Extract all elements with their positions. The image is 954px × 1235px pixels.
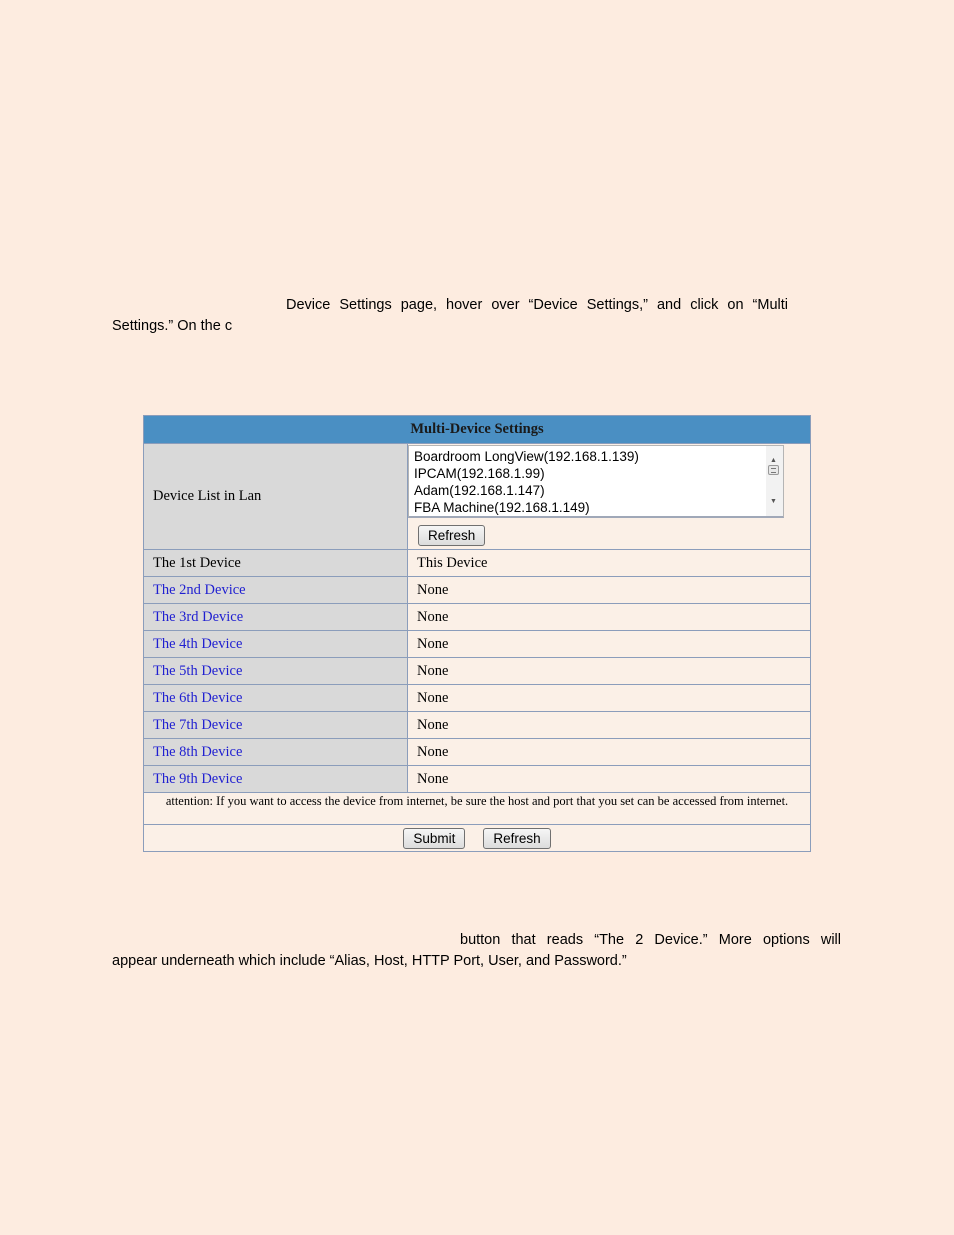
device-row: The 8th Device None (144, 739, 810, 766)
device-value: None (417, 716, 449, 733)
device-value: None (417, 689, 449, 706)
attention-note: attention: If you want to access the dev… (144, 793, 810, 825)
lan-device-option[interactable]: IPCAM(192.168.1.99) (414, 465, 766, 482)
device-row: The 4th Device None (144, 631, 810, 658)
device-list-in-lan-row: Device List in Lan Boardroom LongView(19… (144, 444, 810, 550)
device-value: None (417, 635, 449, 652)
scroll-down-arrow-icon[interactable]: ▼ (770, 493, 777, 510)
device-value: None (417, 770, 449, 787)
intro-text-line-1: Device Settings page, hover over “Device… (286, 297, 788, 313)
device-list-label: Device List in Lan (144, 444, 408, 549)
lan-device-listbox[interactable]: Boardroom LongView(192.168.1.139) IPCAM(… (408, 445, 784, 518)
lan-refresh-button[interactable]: Refresh (418, 525, 486, 546)
device-value: None (417, 743, 449, 760)
device-link-6[interactable]: The 6th Device (144, 685, 408, 711)
lan-device-option[interactable]: Adam(192.168.1.147) (414, 482, 766, 499)
listbox-scrollbar[interactable]: ▲ ▼ (766, 446, 783, 516)
device-value: None (417, 608, 449, 625)
device-value: None (417, 662, 449, 679)
submit-button[interactable]: Submit (403, 827, 466, 849)
scroll-thumb[interactable] (768, 465, 779, 475)
panel-title: Multi-Device Settings (144, 416, 810, 444)
device-row: The 3rd Device None (144, 604, 810, 631)
multi-device-settings-panel: Multi-Device Settings Device List in Lan… (143, 415, 811, 852)
outro-text-line-1: button that reads “The 2 Device.” More o… (460, 932, 841, 948)
device-value: This Device (417, 554, 488, 571)
outro-text-line-2: appear underneath which include “Alias, … (112, 953, 627, 969)
device-row: The 6th Device None (144, 685, 810, 712)
device-link-8[interactable]: The 8th Device (144, 739, 408, 765)
device-label-1: The 1st Device (144, 550, 408, 576)
device-link-9[interactable]: The 9th Device (144, 766, 408, 792)
lan-device-option[interactable]: FBA Machine(192.168.1.149) (414, 499, 766, 516)
intro-text-line-2: Settings.” On the c (112, 318, 233, 334)
device-link-5[interactable]: The 5th Device (144, 658, 408, 684)
refresh-button[interactable]: Refresh (483, 827, 551, 849)
device-link-2[interactable]: The 2nd Device (144, 577, 408, 603)
device-row: The 2nd Device None (144, 577, 810, 604)
device-row: The 1st Device This Device (144, 550, 810, 577)
device-link-4[interactable]: The 4th Device (144, 631, 408, 657)
action-buttons-row: Submit Refresh (144, 825, 810, 851)
device-link-7[interactable]: The 7th Device (144, 712, 408, 738)
lan-device-option[interactable]: Boardroom LongView(192.168.1.139) (414, 448, 766, 465)
device-value: None (417, 581, 449, 598)
device-row: The 5th Device None (144, 658, 810, 685)
device-link-3[interactable]: The 3rd Device (144, 604, 408, 630)
device-row: The 7th Device None (144, 712, 810, 739)
device-row: The 9th Device None (144, 766, 810, 793)
